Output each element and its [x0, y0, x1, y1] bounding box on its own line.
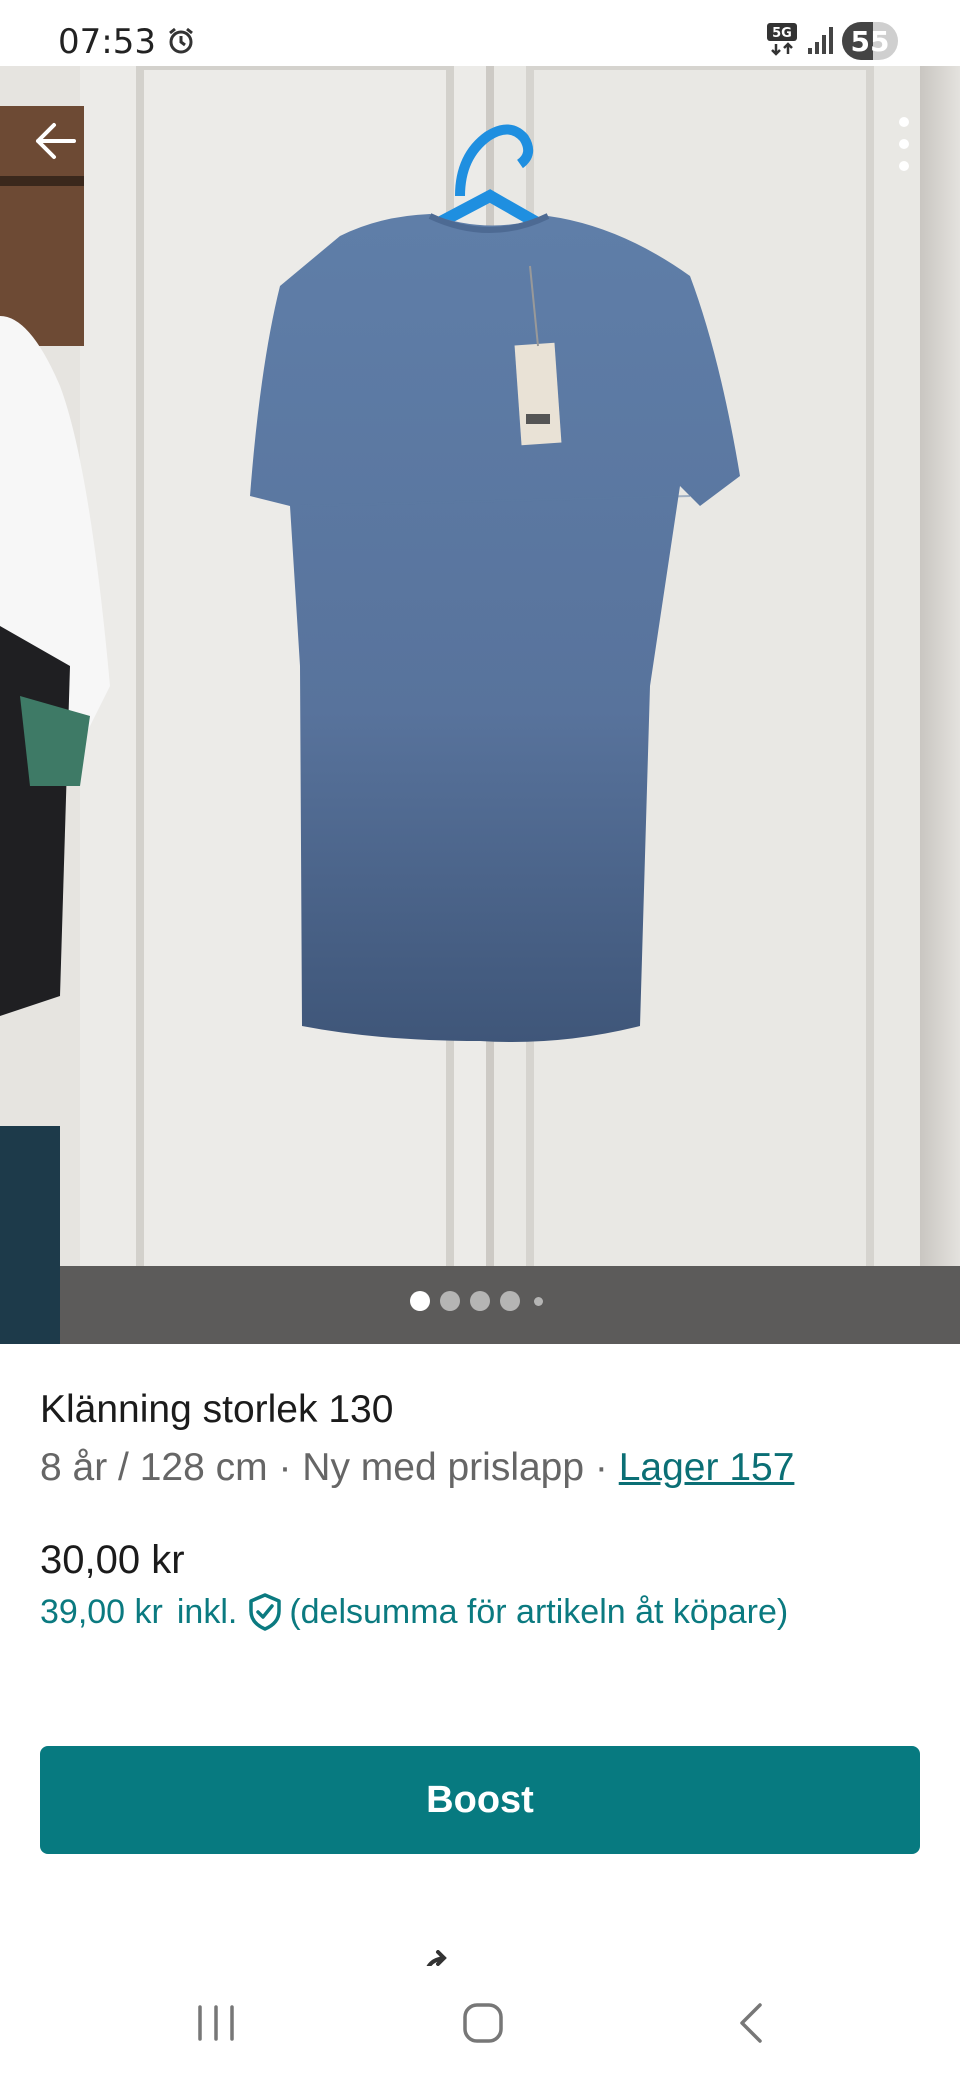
page-dot-2[interactable] [440, 1291, 460, 1311]
status-time: 07:53 [58, 22, 156, 62]
system-navigation-bar [0, 1966, 960, 2080]
meta-separator-2: · [584, 1446, 619, 1489]
price-incl-note: (delsumma för artikeln åt köpare) [289, 1592, 789, 1631]
item-price: 30,00 kr [40, 1538, 185, 1582]
stock-link[interactable]: Lager 157 [619, 1446, 795, 1489]
network-label: 5G [772, 26, 792, 41]
network-5g-icon: 5G [767, 23, 797, 56]
page-dot-4[interactable] [500, 1291, 520, 1311]
more-vertical-icon [899, 117, 909, 171]
page-dot-5[interactable] [534, 1297, 543, 1306]
recents-button[interactable] [176, 1988, 256, 2058]
arrow-left-icon [36, 123, 76, 159]
more-options-button[interactable] [874, 104, 934, 184]
page-dot-1[interactable] [410, 1291, 430, 1311]
home-icon [463, 2003, 503, 2043]
item-size: 8 år / 128 cm [40, 1446, 268, 1489]
meta-separator: · [267, 1446, 303, 1489]
carousel-page-indicator [0, 1284, 960, 1314]
item-condition: Ny med prislapp [302, 1446, 585, 1489]
page-dot-3[interactable] [470, 1291, 490, 1311]
alarm-icon [169, 27, 193, 54]
back-button[interactable] [22, 108, 88, 174]
price-incl-label: inkl. [176, 1592, 238, 1631]
signal-icon [808, 27, 833, 54]
product-photo-carousel[interactable] [0, 66, 960, 1344]
item-meta: 8 år / 128 cm · Ny med prislapp · Lager … [40, 1446, 794, 1490]
home-button[interactable] [443, 1988, 523, 2058]
battery-indicator: 55 [842, 22, 898, 60]
back-chevron-icon [740, 2003, 762, 2043]
recents-icon [198, 2005, 234, 2041]
boost-button[interactable]: Boost [40, 1746, 920, 1854]
system-back-button[interactable] [712, 1988, 792, 2058]
share-icon [426, 1950, 447, 1966]
product-photo [0, 66, 960, 1344]
shield-check-icon [249, 1593, 282, 1631]
price-incl-amount: 39,00 kr [40, 1592, 163, 1631]
item-title: Klänning storlek 130 [40, 1388, 394, 1431]
battery-level: 55 [850, 24, 890, 58]
next-action-row-partial[interactable] [400, 1948, 600, 1966]
price-including-protection[interactable]: 39,00 kr inkl. (delsumma för artikeln åt… [40, 1592, 788, 1632]
status-bar: 07:53 5G 55 [0, 0, 960, 66]
